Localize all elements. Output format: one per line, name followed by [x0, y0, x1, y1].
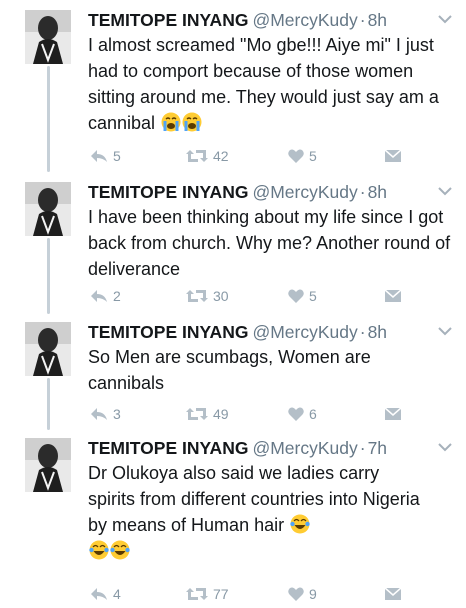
heart-icon [288, 407, 304, 421]
avatar[interactable] [25, 322, 71, 376]
reply-icon [91, 588, 107, 600]
direct-message-button[interactable] [385, 146, 401, 166]
tweet-text-container: I almost screamed "Mo gbe!!! Aiye mi" I … [88, 32, 456, 136]
like-button[interactable]: 9 [288, 584, 317, 604]
heart-icon [288, 149, 304, 163]
tweet-actions: 3 49 6 [0, 404, 466, 424]
tweet-actions: 4 77 9 [0, 584, 466, 604]
envelope-icon [385, 407, 401, 420]
direct-message-button[interactable] [385, 404, 401, 424]
avatar-photo [25, 438, 71, 492]
avatar-photo [25, 182, 71, 236]
chevron-down-icon[interactable] [436, 440, 454, 454]
like-count: 9 [309, 586, 317, 602]
retweet-count: 30 [213, 288, 229, 304]
reply-button[interactable]: 3 [90, 404, 121, 424]
avatar[interactable] [25, 10, 71, 64]
author-name[interactable]: TEMITOPE INYANG [88, 322, 248, 342]
tears-of-joy-emoji [110, 540, 130, 560]
tweet-header: TEMITOPE INYANG @MercyKudy · 7h [88, 436, 387, 460]
heart-icon [288, 587, 304, 601]
direct-message-button[interactable] [385, 584, 401, 604]
like-count: 5 [309, 148, 317, 164]
crying-face-emoji [182, 112, 202, 132]
author-handle[interactable]: @MercyKudy [252, 10, 357, 30]
reply-button[interactable]: 5 [90, 146, 121, 166]
direct-message-button[interactable] [385, 286, 401, 306]
tweet-text: So Men are scumbags, Women are cannibals [88, 347, 371, 393]
tweet-header: TEMITOPE INYANG @MercyKudy · 8h [88, 8, 387, 32]
avatar[interactable] [25, 182, 71, 236]
reply-icon [91, 150, 107, 162]
like-button[interactable]: 5 [288, 286, 317, 306]
crying-face-emoji [161, 112, 181, 132]
reply-icon [91, 408, 107, 420]
retweet-button[interactable]: 49 [186, 404, 229, 424]
retweet-button[interactable]: 42 [186, 146, 229, 166]
avatar-photo [25, 10, 71, 64]
envelope-icon [385, 587, 401, 600]
tears-of-joy-emoji [290, 514, 310, 534]
retweet-count: 77 [213, 586, 229, 602]
tweet-header: TEMITOPE INYANG @MercyKudy · 8h [88, 320, 387, 344]
reply-count: 5 [113, 148, 121, 164]
timestamp[interactable]: 8h [368, 10, 387, 30]
author-handle[interactable]: @MercyKudy [252, 438, 357, 458]
tears-of-joy-emoji [89, 540, 109, 560]
tweet-text: I have been thinking about my life since… [88, 207, 451, 279]
separator-dot: · [359, 10, 366, 30]
timestamp[interactable]: 7h [368, 438, 387, 458]
retweet-icon [186, 290, 208, 302]
retweet-button[interactable]: 30 [186, 286, 229, 306]
reply-count: 3 [113, 406, 121, 422]
tweet-text-container: I have been thinking about my life since… [88, 204, 456, 282]
like-count: 6 [309, 406, 317, 422]
separator-dot: · [359, 438, 366, 458]
tweet-header: TEMITOPE INYANG @MercyKudy · 8h [88, 180, 387, 204]
author-handle[interactable]: @MercyKudy [252, 182, 357, 202]
separator-dot: · [359, 182, 366, 202]
reply-icon [91, 290, 107, 302]
author-name[interactable]: TEMITOPE INYANG [88, 182, 248, 202]
retweet-icon [186, 588, 208, 600]
retweet-icon [186, 150, 208, 162]
timestamp[interactable]: 8h [368, 182, 387, 202]
reply-count: 2 [113, 288, 121, 304]
author-name[interactable]: TEMITOPE INYANG [88, 438, 248, 458]
chevron-down-icon[interactable] [436, 324, 454, 338]
tweet-text-container: So Men are scumbags, Women are cannibals [88, 344, 418, 396]
timestamp[interactable]: 8h [368, 322, 387, 342]
like-button[interactable]: 5 [288, 146, 317, 166]
retweet-icon [186, 408, 208, 420]
retweet-count: 42 [213, 148, 229, 164]
envelope-icon [385, 149, 401, 162]
heart-icon [288, 289, 304, 303]
reply-button[interactable]: 2 [90, 286, 121, 306]
reply-button[interactable]: 4 [90, 584, 121, 604]
reply-count: 4 [113, 586, 121, 602]
avatar-photo [25, 322, 71, 376]
tweet-actions: 5 42 5 [0, 146, 466, 166]
separator-dot: · [359, 322, 366, 342]
envelope-icon [385, 289, 401, 302]
tweet-actions: 2 30 5 [0, 286, 466, 306]
tweet-text-container: Dr Olukoya also said we ladies carry spi… [88, 460, 428, 564]
retweet-button[interactable]: 77 [186, 584, 229, 604]
chevron-down-icon[interactable] [436, 184, 454, 198]
retweet-count: 49 [213, 406, 229, 422]
tweet-text: I almost screamed "Mo gbe!!! Aiye mi" I … [88, 35, 439, 133]
author-name[interactable]: TEMITOPE INYANG [88, 10, 248, 30]
author-handle[interactable]: @MercyKudy [252, 322, 357, 342]
chevron-down-icon[interactable] [436, 12, 454, 26]
like-count: 5 [309, 288, 317, 304]
tweet-text: Dr Olukoya also said we ladies carry spi… [88, 463, 420, 535]
avatar[interactable] [25, 438, 71, 492]
like-button[interactable]: 6 [288, 404, 317, 424]
